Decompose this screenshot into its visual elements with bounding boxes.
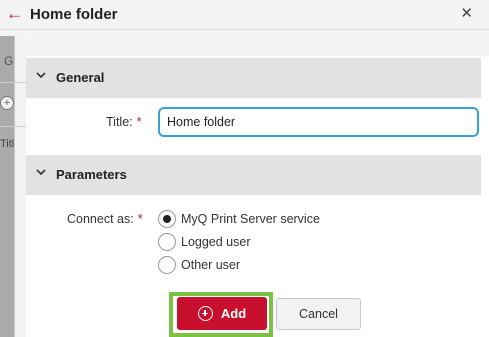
background-label: G	[4, 54, 14, 68]
panel-header: ← Home folder ✕	[0, 0, 489, 30]
radio-button[interactable]	[158, 210, 176, 228]
required-mark: *	[136, 115, 142, 129]
radio-label: MyQ Print Server service	[181, 212, 320, 226]
radio-label: Logged user	[181, 235, 251, 249]
background-add-icon: +	[0, 96, 14, 110]
background-divider	[0, 126, 26, 127]
radio-label: Other user	[181, 258, 241, 272]
close-icon[interactable]: ✕	[460, 5, 473, 23]
cancel-button[interactable]: Cancel	[276, 298, 361, 330]
radio-button[interactable]	[158, 233, 176, 251]
section-parameters-header[interactable]: Parameters	[26, 155, 481, 195]
radio-option-myq-service[interactable]: MyQ Print Server service	[158, 209, 320, 229]
chevron-down-icon	[36, 72, 46, 79]
radio-option-other-user[interactable]: Other user	[158, 255, 240, 275]
radio-option-logged-user[interactable]: Logged user	[158, 232, 251, 252]
panel-title: Home folder	[30, 6, 118, 23]
radio-button[interactable]	[158, 256, 176, 274]
title-label: Title: *	[106, 115, 142, 129]
background-label: Titl	[0, 138, 15, 150]
section-general-header[interactable]: General	[26, 58, 481, 98]
required-mark: *	[137, 212, 143, 226]
section-general-label: General	[56, 70, 105, 85]
chevron-down-icon	[36, 169, 46, 176]
section-parameters-label: Parameters	[56, 167, 127, 182]
arrow-left-icon[interactable]: ←	[6, 4, 23, 24]
plus-circle-icon	[197, 306, 213, 321]
background-divider	[0, 82, 26, 83]
add-button[interactable]: Add	[177, 297, 267, 330]
connect-as-label: Connect as: *	[67, 212, 143, 226]
title-input[interactable]	[158, 107, 479, 137]
add-button-label: Add	[220, 306, 247, 321]
